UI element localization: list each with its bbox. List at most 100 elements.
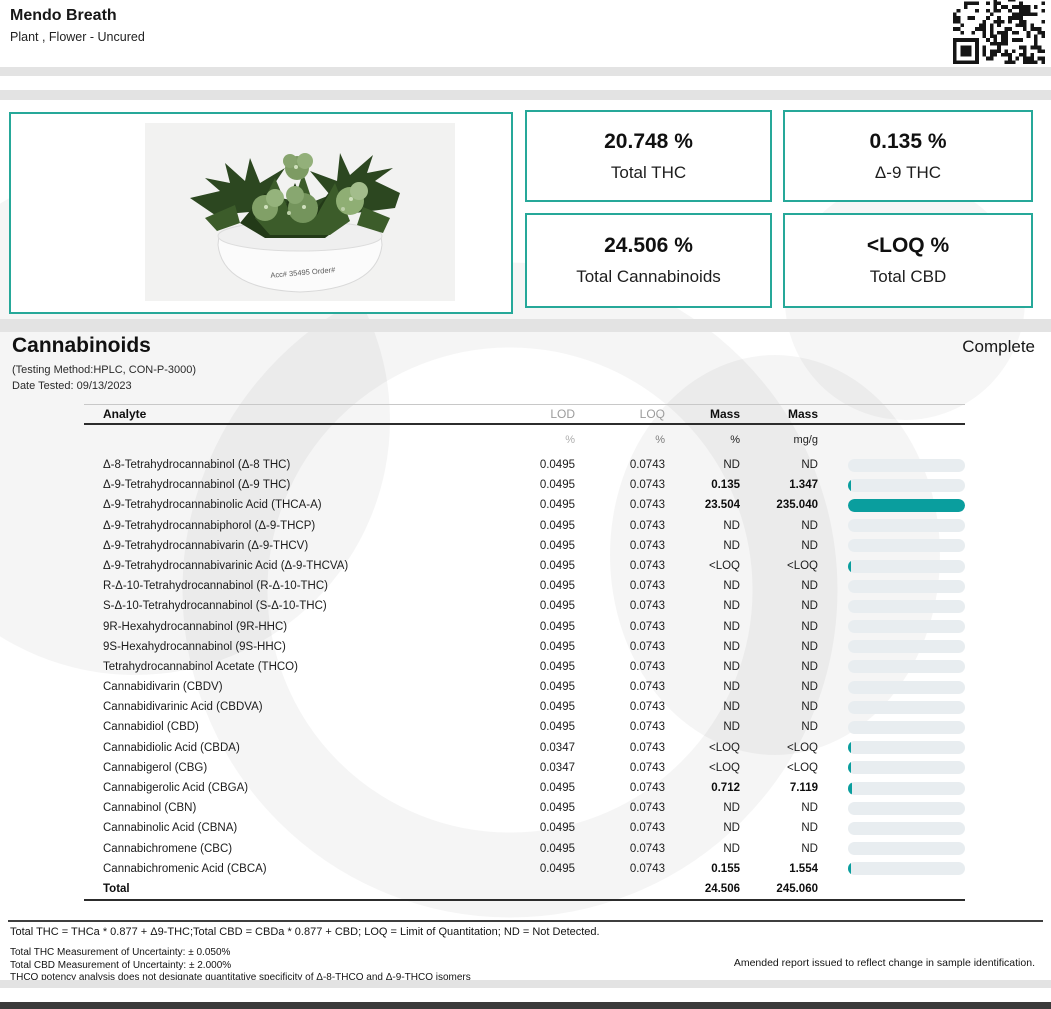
mass-percent-value: ND [665, 455, 740, 475]
bar-fill [848, 782, 852, 795]
analyte-name: Cannabinolic Acid (CBNA) [84, 818, 480, 838]
analyte-name: Tetrahydrocannabinol Acetate (THCO) [84, 657, 480, 677]
table-row: Cannabidivarin (CBDV) 0.0495 0.0743 ND N… [84, 677, 965, 697]
lod-value: 0.0495 [480, 556, 575, 576]
loq-value: 0.0743 [575, 596, 665, 616]
table-row: Cannabinolic Acid (CBNA) 0.0495 0.0743 N… [84, 818, 965, 838]
bar-track [848, 620, 965, 633]
lod-value: 0.0495 [480, 475, 575, 495]
bar-track [848, 580, 965, 593]
analyte-name: R-Δ-10-Tetrahydrocannabinol (R-Δ-10-THC) [84, 576, 480, 596]
col-header-mass-mgg: Mass [740, 405, 818, 423]
mass-mgg-value: 1.347 [740, 475, 818, 495]
loq-value: 0.0743 [575, 576, 665, 596]
bar-track [848, 660, 965, 673]
table-row: Cannabidiol (CBD) 0.0495 0.0743 ND ND [84, 717, 965, 737]
table-row: Tetrahydrocannabinol Acetate (THCO) 0.04… [84, 657, 965, 677]
total-mass-pct: 24.506 [665, 879, 740, 899]
coa-report-page: Mendo Breath Plant , Flower - Uncured Ac… [0, 0, 1051, 1009]
mass-mgg-value: ND [740, 677, 818, 697]
unit-loq: % [575, 430, 665, 450]
loq-value: 0.0743 [575, 516, 665, 536]
unit-lod: % [480, 430, 575, 450]
analyte-name: Δ-9-Tetrahydrocannabivarinic Acid (Δ-9-T… [84, 556, 480, 576]
loq-value: 0.0743 [575, 697, 665, 717]
bar-fill [848, 499, 965, 512]
loq-value: 0.0743 [575, 475, 665, 495]
bar-track [848, 640, 965, 653]
mass-percent-value: 23.504 [665, 495, 740, 515]
mass-bar [818, 761, 965, 774]
loq-value: 0.0743 [575, 758, 665, 778]
table-units-row: % % % mg/g [84, 425, 965, 455]
loq-value: 0.0743 [575, 536, 665, 556]
table-row: Cannabichromenic Acid (CBCA) 0.0495 0.07… [84, 859, 965, 879]
total-cannabinoids-value: 24.506 % [604, 234, 693, 258]
lod-value: 0.0495 [480, 677, 575, 697]
loq-value: 0.0743 [575, 556, 665, 576]
date-tested: Date Tested: 09/13/2023 [12, 380, 132, 392]
delta9-thc-label: Δ-9 THC [875, 163, 941, 183]
mass-bar [818, 539, 965, 552]
mass-mgg-value: ND [740, 818, 818, 838]
loq-value: 0.0743 [575, 839, 665, 859]
mass-bar [818, 660, 965, 673]
bar-track [848, 701, 965, 714]
analyte-name: Cannabichromenic Acid (CBCA) [84, 859, 480, 879]
table-row: R-Δ-10-Tetrahydrocannabinol (R-Δ-10-THC)… [84, 576, 965, 596]
mass-percent-value: ND [665, 839, 740, 859]
mass-bar [818, 459, 965, 472]
bar-track [848, 822, 965, 835]
bar-track [848, 519, 965, 532]
report-subtitle: Plant , Flower - Uncured [10, 30, 145, 44]
table-header-row: Analyte LOD LOQ Mass Mass [84, 405, 965, 425]
mass-mgg-value: ND [740, 576, 818, 596]
col-header-mass-pct: Mass [665, 405, 740, 423]
table-row: S-Δ-10-Tetrahydrocannabinol (S-Δ-10-THC)… [84, 596, 965, 616]
bar-fill [848, 741, 851, 754]
lod-value: 0.0495 [480, 818, 575, 838]
bar-track [848, 721, 965, 734]
qr-code-icon [953, 0, 1045, 64]
col-header-loq: LOQ [575, 405, 665, 423]
mass-percent-value: ND [665, 516, 740, 536]
mass-bar [818, 842, 965, 855]
divider-strip [0, 319, 1051, 332]
bar-track [848, 459, 965, 472]
table-row: 9R-Hexahydrocannabinol (9R-HHC) 0.0495 0… [84, 617, 965, 637]
loq-value: 0.0743 [575, 859, 665, 879]
table-row: 9S-Hexahydrocannabinol (9S-HHC) 0.0495 0… [84, 637, 965, 657]
analyte-name: Cannabigerol (CBG) [84, 758, 480, 778]
delta9-thc-value: 0.135 % [869, 130, 946, 154]
unit-mass-mgg: mg/g [740, 430, 818, 450]
lod-value: 0.0495 [480, 576, 575, 596]
bar-fill [848, 560, 851, 573]
mass-mgg-value: ND [740, 617, 818, 637]
bar-fill [848, 862, 851, 875]
mass-bar [818, 681, 965, 694]
mass-bar [818, 479, 965, 492]
analyte-name: S-Δ-10-Tetrahydrocannabinol (S-Δ-10-THC) [84, 596, 480, 616]
bar-track [848, 499, 965, 512]
lod-value: 0.0495 [480, 859, 575, 879]
table-row: Cannabidivarinic Acid (CBDVA) 0.0495 0.0… [84, 697, 965, 717]
divider-strip [0, 67, 1051, 76]
mass-percent-value: ND [665, 536, 740, 556]
analyte-name: 9S-Hexahydrocannabinol (9S-HHC) [84, 637, 480, 657]
delta9-thc-box: 0.135 % Δ-9 THC [783, 110, 1033, 202]
col-header-lod: LOD [480, 405, 575, 423]
table-row: Cannabigerol (CBG) 0.0347 0.0743 <LOQ <L… [84, 758, 965, 778]
loq-value: 0.0743 [575, 637, 665, 657]
footnote-formula: Total THC = THCa * 0.877 + Δ9-THC;Total … [10, 926, 600, 938]
total-mass-mgg: 245.060 [740, 879, 818, 899]
loq-value: 0.0743 [575, 495, 665, 515]
mass-bar [818, 620, 965, 633]
status-complete: Complete [962, 337, 1035, 357]
mass-bar [818, 600, 965, 613]
mass-percent-value: ND [665, 798, 740, 818]
mass-percent-value: ND [665, 717, 740, 737]
mass-percent-value: ND [665, 637, 740, 657]
mass-percent-value: <LOQ [665, 758, 740, 778]
analyte-name: Δ-9-Tetrahydrocannabinol (Δ-9 THC) [84, 475, 480, 495]
lod-value: 0.0495 [480, 697, 575, 717]
